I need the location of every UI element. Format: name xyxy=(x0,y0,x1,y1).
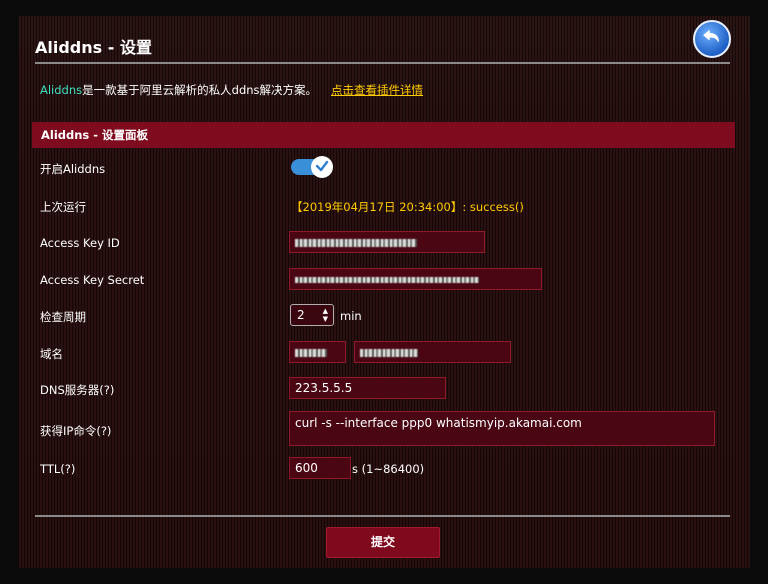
stepper-arrows-icon: ▲ ▼ xyxy=(322,307,328,323)
toggle-knob xyxy=(311,156,333,178)
key-id-label: Access Key ID xyxy=(40,236,120,250)
enable-label: 开启Aliddns xyxy=(40,162,106,176)
domain-name-redacted xyxy=(360,348,418,357)
key-id-redacted xyxy=(295,238,417,247)
interval-value: 2 xyxy=(297,308,305,322)
plugin-description: Aliddns是一款基于阿里云解析的私人ddns解决方案。 点击查看插件详情 xyxy=(40,82,423,98)
domain-host-redacted xyxy=(295,348,327,357)
interval-unit: min xyxy=(340,309,362,323)
bottom-divider xyxy=(35,515,730,517)
dns-label: DNS服务器(?) xyxy=(40,383,115,397)
ipcmd-label: 获得IP命令(?) xyxy=(40,424,112,438)
top-divider xyxy=(35,62,730,64)
ipcmd-textarea[interactable]: curl -s --interface ppp0 whatismyip.akam… xyxy=(289,411,715,446)
domain-label: 域名 xyxy=(40,347,63,361)
enable-toggle[interactable] xyxy=(291,156,335,178)
ttl-unit: s (1~86400) xyxy=(352,462,425,476)
section-header: Aliddns - 设置面板 xyxy=(32,122,735,148)
key-id-input[interactable] xyxy=(289,231,485,253)
settings-panel xyxy=(18,16,750,568)
key-secret-label: Access Key Secret xyxy=(40,273,145,287)
lastrun-value: 【2019年04月17日 20:34:00】: success() xyxy=(291,200,524,214)
dns-input[interactable]: 223.5.5.5 xyxy=(289,377,446,399)
check-icon xyxy=(315,158,329,177)
key-secret-redacted xyxy=(295,276,479,283)
domain-name-input[interactable] xyxy=(354,341,511,363)
interval-label: 检查周期 xyxy=(40,310,86,324)
page-title: Aliddns - 设置 xyxy=(35,38,152,57)
ttl-label: TTL(?) xyxy=(40,462,76,476)
description-text: 是一款基于阿里云解析的私人ddns解决方案。 xyxy=(82,83,318,97)
key-secret-input[interactable] xyxy=(289,268,542,290)
domain-host-input[interactable] xyxy=(289,341,346,363)
back-button[interactable] xyxy=(693,20,731,58)
back-arrow-icon xyxy=(701,26,723,52)
lastrun-label: 上次运行 xyxy=(40,200,86,214)
interval-stepper[interactable]: 2 ▲ ▼ xyxy=(290,304,334,326)
ttl-input[interactable]: 600 xyxy=(289,457,351,479)
plugin-details-link[interactable]: 点击查看插件详情 xyxy=(331,83,423,97)
submit-button[interactable]: 提交 xyxy=(326,527,440,558)
brand-name: Aliddns xyxy=(40,83,83,97)
